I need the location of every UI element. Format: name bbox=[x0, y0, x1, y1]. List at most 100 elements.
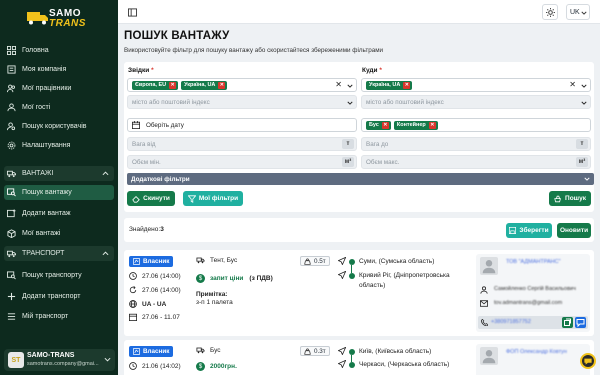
from-label: Звідки * bbox=[128, 67, 154, 74]
chat-icon bbox=[584, 358, 592, 365]
route-line bbox=[351, 355, 352, 362]
toggle-sidebar-button[interactable] bbox=[124, 4, 140, 20]
brand-logo[interactable]: SAMO TRANS bbox=[27, 6, 99, 32]
sidebar-item-guests[interactable]: Мої гості bbox=[4, 100, 114, 115]
price: $ запит ціни (з ПДВ) bbox=[196, 274, 273, 283]
building-icon bbox=[7, 65, 16, 74]
company-avatar bbox=[480, 347, 498, 365]
grid-icon bbox=[7, 46, 16, 55]
sidebar-item-my-cargo[interactable]: Мої вантажі bbox=[4, 226, 114, 241]
email-icon bbox=[480, 300, 488, 307]
sidebar-item-home[interactable]: Головна bbox=[4, 43, 114, 58]
sidebar-item-label: Налаштування bbox=[22, 142, 71, 149]
sidebar-item-transport-search[interactable]: Пошук транспорту bbox=[4, 268, 114, 283]
remove-tag-icon[interactable]: ✕ bbox=[169, 81, 177, 89]
vehicle-type: Бус bbox=[196, 346, 221, 354]
user-menu[interactable]: ST SAMO-TRANS samotrans.company@gmai... bbox=[4, 349, 115, 371]
company-name[interactable]: ФОП Олександр Ковтун bbox=[506, 349, 567, 355]
date-picker[interactable]: Оберіть дату bbox=[127, 118, 357, 132]
remove-tag-icon[interactable]: ✕ bbox=[403, 81, 411, 89]
page-title: ПОШУК ВАНТАЖУ bbox=[124, 30, 230, 42]
note-text: з-п 1 палета bbox=[196, 299, 233, 306]
owner-icon bbox=[133, 348, 140, 355]
contact-person: Самойленко Сергій Васильович bbox=[494, 286, 576, 292]
sidebar-item-my-company[interactable]: Моя компанія bbox=[4, 62, 114, 77]
search-button[interactable]: Пошук bbox=[549, 191, 591, 206]
volume-min-input[interactable]: Обєм мін. м³ bbox=[127, 155, 357, 169]
sidebar-item-label: Головна bbox=[22, 47, 49, 54]
contact-card: ТОВ "АДМАНТРАНС" Самойленко Сергій Васил… bbox=[476, 254, 590, 332]
list-icon bbox=[7, 313, 16, 320]
weight-from-input[interactable]: Вага від т bbox=[127, 137, 357, 151]
from-countries-select[interactable]: Європа, EU ✕ Україна, UA ✕ ✕ bbox=[127, 78, 357, 92]
to-label: Куди * bbox=[362, 67, 382, 74]
to-tag: Україна, UA ✕ bbox=[366, 80, 413, 90]
contact-email[interactable]: tov.admantrans@gmail.com bbox=[494, 300, 562, 306]
clear-icon[interactable]: ✕ bbox=[569, 80, 576, 89]
weight-unit-badge: т bbox=[342, 139, 354, 149]
contact-phone[interactable]: +380971857752 bbox=[491, 319, 531, 325]
sidebar-item-employees[interactable]: Мої працівники bbox=[4, 81, 114, 96]
sidebar-item-settings[interactable]: Налаштування bbox=[4, 138, 114, 153]
page-subtitle: Використовуйте фільтр для пошуку вантажу… bbox=[124, 47, 384, 54]
refresh-label: Оновити bbox=[559, 227, 589, 234]
sidebar-section-transport[interactable]: ТРАНСПОРТ bbox=[4, 246, 114, 261]
search-box-icon bbox=[7, 188, 16, 197]
remove-tag-icon[interactable]: ✕ bbox=[218, 81, 226, 89]
remove-tag-icon[interactable]: ✕ bbox=[381, 121, 389, 129]
box-add-icon bbox=[7, 209, 16, 218]
sidebar-section-cargo[interactable]: ВАНТАЖІ bbox=[4, 166, 114, 181]
sidebar-item-label: Мої гості bbox=[22, 104, 51, 111]
money-icon: $ bbox=[196, 274, 205, 283]
company-name[interactable]: ТОВ "АДМАНТРАНС" bbox=[506, 259, 561, 265]
volume-unit-badge: м³ bbox=[342, 157, 354, 167]
load-dates: 27.06 - 11.07 bbox=[129, 313, 180, 321]
users-icon bbox=[7, 84, 16, 93]
note-title: Примітка: bbox=[196, 291, 228, 298]
user-name: SAMO-TRANS bbox=[27, 352, 75, 359]
chevron-down-icon bbox=[584, 177, 590, 181]
sidebar-item-my-transport[interactable]: Мій транспорт bbox=[4, 309, 114, 324]
clear-icon[interactable]: ✕ bbox=[335, 80, 342, 89]
to-countries-select[interactable]: Україна, UA ✕ ✕ bbox=[361, 78, 591, 92]
theme-toggle-button[interactable] bbox=[542, 4, 558, 20]
vehicle-tag: Бус ✕ bbox=[366, 120, 391, 130]
sidebar-item-cargo-search[interactable]: Пошук вантажу bbox=[4, 185, 114, 200]
globe-icon bbox=[129, 300, 137, 308]
weight-icon bbox=[304, 347, 311, 355]
user-icon bbox=[482, 350, 496, 364]
refresh-button[interactable]: Оновити bbox=[557, 223, 591, 238]
my-filters-label: Мої фільтри bbox=[198, 195, 239, 202]
brand-name-part2: TRANS bbox=[49, 18, 86, 29]
message-button[interactable] bbox=[575, 317, 586, 328]
truck-icon bbox=[196, 347, 205, 354]
sun-icon bbox=[545, 7, 555, 17]
route-from: Суми, (Сумська область) bbox=[359, 258, 435, 265]
load-card[interactable]: Власник 27.06 (14:00) 27.06 (14:00) UA -… bbox=[124, 250, 594, 336]
volume-max-input[interactable]: Обєм макс. м³ bbox=[361, 155, 591, 169]
search-icon bbox=[554, 195, 561, 202]
save-filter-button[interactable]: Зберегти bbox=[506, 223, 552, 238]
search-button-label: Пошук bbox=[565, 195, 586, 202]
copy-phone-button[interactable] bbox=[562, 317, 573, 328]
created-time: 21.06 (14:02) bbox=[129, 362, 181, 370]
user-icon bbox=[482, 260, 496, 274]
my-filters-button[interactable]: Мої фільтри bbox=[183, 191, 243, 206]
sidebar-item-add-transport[interactable]: Додати транспорт bbox=[4, 289, 114, 304]
language-select[interactable]: UK bbox=[566, 4, 590, 20]
extra-filters-toggle[interactable]: Додаткові фільтри bbox=[127, 173, 594, 185]
reset-button[interactable]: Скинути bbox=[127, 191, 175, 206]
support-chat-button[interactable] bbox=[580, 353, 596, 369]
sidebar-item-add-cargo[interactable]: Додати вантаж bbox=[4, 206, 114, 221]
from-city-input[interactable]: місто або поштовий індекс bbox=[127, 95, 357, 109]
sidebar-item-label: Додати транспорт bbox=[22, 293, 81, 300]
weight-to-input[interactable]: Вага до т bbox=[361, 137, 591, 151]
user-email: samotrans.company@gmai... bbox=[27, 361, 99, 367]
vehicle-type-select[interactable]: Бус ✕ Контейнер ✕ bbox=[361, 118, 591, 132]
load-card[interactable]: Власник 21.06 (14:02) Бус 0.3т $ 2000грн… bbox=[124, 340, 594, 375]
sidebar: SAMO TRANS Головна Моя компанія Мої прац… bbox=[0, 0, 118, 375]
price: $ 2000грн. bbox=[196, 362, 237, 371]
sidebar-item-user-search[interactable]: Пошук користувачів bbox=[4, 119, 114, 134]
to-city-input[interactable]: місто або поштовий індекс bbox=[361, 95, 591, 109]
remove-tag-icon[interactable]: ✕ bbox=[428, 121, 436, 129]
